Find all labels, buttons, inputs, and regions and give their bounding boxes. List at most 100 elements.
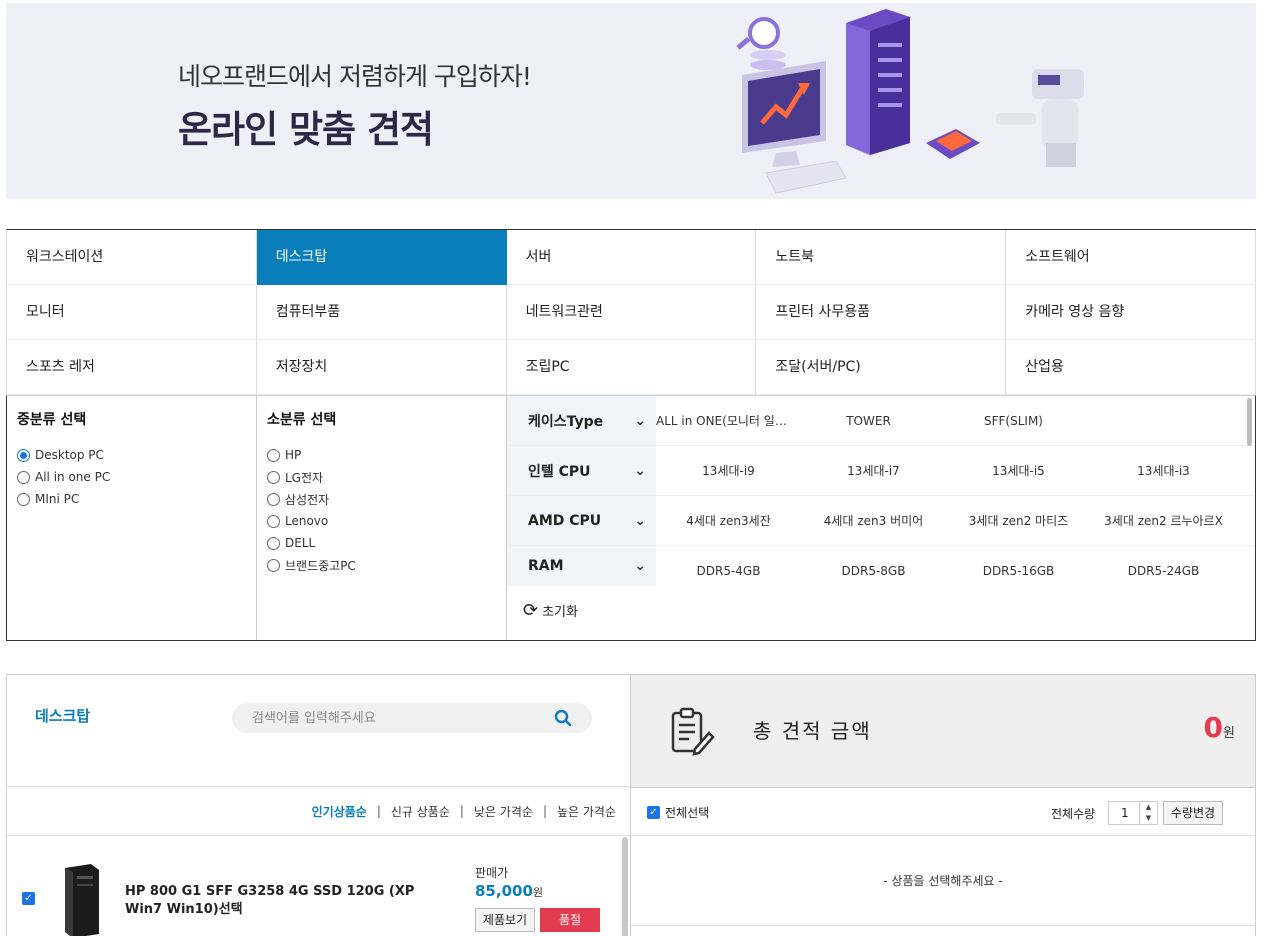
spec-option[interactable]: 13세대-i5 <box>946 462 1091 479</box>
category-notebook[interactable]: 노트북 <box>756 230 1007 285</box>
spec-option[interactable]: DDR5-8GB <box>801 564 946 578</box>
estimate-amount: 0원 <box>1203 711 1235 744</box>
spec-option[interactable]: 13세대-i9 <box>656 462 801 479</box>
estimate-panel: 총 견적 금액 0원 ✓ 전체선택 전체수량 1 ▲ ▼ 수량변경 - 상품을 선택해… <box>630 674 1256 936</box>
product-checkbox[interactable]: ✓ <box>22 892 35 905</box>
category-workstation[interactable]: 워크스테이션 <box>7 230 257 285</box>
spec-option[interactable]: 3세대 zen2 르누아르X <box>1091 512 1236 529</box>
radio-icon[interactable] <box>267 558 280 572</box>
spec-option[interactable]: 4세대 zen3세잔 <box>656 512 801 529</box>
radio-mini-pc[interactable]: MIni PC <box>17 488 246 510</box>
category-printer-office[interactable]: 프린터 사무용품 <box>756 285 1007 340</box>
search-box <box>232 703 592 733</box>
product-name[interactable]: HP 800 G1 SFF G3258 4G SSD 120G (XP Win7… <box>125 883 445 919</box>
category-camera-av[interactable]: 카메라 영상 음향 <box>1006 285 1256 340</box>
refresh-icon: ⟳ <box>523 600 539 621</box>
category-computer-parts[interactable]: 컴퓨터부품 <box>256 285 507 340</box>
checkbox-checked-icon[interactable]: ✓ <box>647 806 660 819</box>
radio-dell[interactable]: DELL <box>267 532 496 554</box>
spec-option[interactable]: ALL in ONE(모니터 일체... <box>656 412 796 429</box>
product-item: ✓ HP 800 G1 SFF G3258 4G SSD 120G (XP Wi… <box>7 836 630 936</box>
sort-bar: 인기상품순 | 신규 상품순 | 낮은 가격순 | 높은 가격순 <box>7 787 630 836</box>
spec-scrollbar[interactable] <box>1247 398 1252 446</box>
spec-option[interactable]: 3세대 zen2 마티즈 <box>946 512 1091 529</box>
radio-hp[interactable]: HP <box>267 444 496 466</box>
sort-price-high[interactable]: 높은 가격순 <box>557 803 616 820</box>
category-row: 모니터 컴퓨터부품 네트워크관련 프린터 사무용품 카메라 영상 음향 <box>7 285 1256 340</box>
category-row: 스포츠 레저 저장장치 조립PC 조달(서버/PC) 산업용 <box>7 340 1256 395</box>
banner-subtitle: 네오프랜드에서 저렴하게 구입하자! <box>178 62 532 91</box>
stepper-arrows-icon[interactable]: ▲ ▼ <box>1139 802 1157 824</box>
category-network[interactable]: 네트워크관련 <box>506 285 757 340</box>
banner-illustration <box>736 9 1084 194</box>
radio-lg[interactable]: LG전자 <box>267 466 496 488</box>
spec-row-intel-cpu: 인텔 CPU ⌄ 13세대-i9 13세대-i7 13세대-i5 13세대-i3 <box>507 446 1255 496</box>
spec-filter: 케이스Type ⌄ ALL in ONE(모니터 일체... TOWER SFF(… <box>507 396 1255 640</box>
spec-label[interactable]: RAM ⌄ <box>507 546 656 586</box>
radio-icon[interactable] <box>267 536 280 550</box>
spec-option[interactable]: DDR5-16GB <box>946 564 1091 578</box>
spec-row-amd-cpu: AMD CPU ⌄ 4세대 zen3세잔 4세대 zen3 버미어 3세대 zen… <box>507 496 1255 546</box>
radio-samsung[interactable]: 삼성전자 <box>267 488 496 510</box>
category-industrial[interactable]: 산업용 <box>1006 340 1256 395</box>
filter-panel: 중분류 선택 Desktop PC All in one PC MIni PC … <box>6 395 1256 641</box>
radio-brand-used-pc[interactable]: 브랜드중고PC <box>267 554 496 576</box>
spec-option[interactable]: 4세대 zen3 버미어 <box>801 512 946 529</box>
view-product-button[interactable]: 제품보기 <box>475 908 535 932</box>
empty-estimate-message: - 상품을 선택해주세요 - <box>631 836 1255 926</box>
category-software[interactable]: 소프트웨어 <box>1006 230 1256 285</box>
category-storage[interactable]: 저장장치 <box>256 340 507 395</box>
product-list-panel: 데스크탑 인기상품순| 신규 상품순| 낮은 가격순| 높은 가격순 ✓ HP … <box>6 674 631 936</box>
chevron-down-icon[interactable]: ⌄ <box>634 463 646 479</box>
reset-button[interactable]: ⟳ 초기화 <box>523 600 578 621</box>
radio-icon[interactable] <box>17 492 30 506</box>
category-desktop[interactable]: 데스크탑 <box>256 230 507 285</box>
spec-row-case: 케이스Type ⌄ ALL in ONE(모니터 일체... TOWER SFF(… <box>507 396 1255 446</box>
spec-option[interactable]: TOWER <box>796 414 941 428</box>
banner-title: 온라인 맞춤 견적 <box>178 108 434 151</box>
category-server[interactable]: 서버 <box>506 230 757 285</box>
radio-checked-icon[interactable] <box>17 448 30 462</box>
radio-all-in-one-pc[interactable]: All in one PC <box>17 466 246 488</box>
quantity-stepper[interactable]: 1 ▲ ▼ <box>1108 801 1158 825</box>
spec-option[interactable]: 13세대-i7 <box>801 462 946 479</box>
radio-icon[interactable] <box>267 448 280 462</box>
sort-price-low[interactable]: 낮은 가격순 <box>474 803 533 820</box>
list-title: 데스크탑 <box>35 707 91 725</box>
quantity-label: 전체수량 <box>1051 807 1096 821</box>
spec-label[interactable]: 케이스Type ⌄ <box>507 396 656 445</box>
category-grid: 워크스테이션 데스크탑 서버 노트북 소프트웨어 모니터 컴퓨터부품 네트워크관… <box>6 229 1256 395</box>
chevron-down-icon[interactable]: ⌄ <box>634 513 646 529</box>
radio-desktop-pc[interactable]: Desktop PC <box>17 444 246 466</box>
category-sports-leisure[interactable]: 스포츠 레저 <box>7 340 257 395</box>
radio-icon[interactable] <box>267 514 280 528</box>
mid-category-filter: 중분류 선택 Desktop PC All in one PC MIni PC <box>7 396 257 640</box>
chevron-down-icon[interactable]: ⌄ <box>634 558 646 574</box>
radio-icon[interactable] <box>17 470 30 484</box>
product-price: 85,000원 <box>475 882 544 900</box>
spec-option[interactable]: DDR5-4GB <box>656 564 801 578</box>
spec-label[interactable]: AMD CPU ⌄ <box>507 496 656 545</box>
sort-newest[interactable]: 신규 상품순 <box>391 803 450 820</box>
sub-category-filter: 소분류 선택 HP LG전자 삼성전자 Lenovo DELL 브랜드중고PC <box>257 396 507 640</box>
spec-option[interactable]: 13세대-i3 <box>1091 462 1236 479</box>
estimate-title: 총 견적 금액 <box>753 719 872 743</box>
list-scrollbar[interactable] <box>622 837 628 936</box>
category-procurement[interactable]: 조달(서버/PC) <box>756 340 1007 395</box>
radio-icon[interactable] <box>267 492 280 506</box>
search-input[interactable] <box>232 703 532 733</box>
sold-out-button[interactable]: 품절 <box>540 908 600 932</box>
select-all-checkbox[interactable]: ✓ 전체선택 <box>647 804 709 821</box>
sort-popular[interactable]: 인기상품순 <box>312 803 367 820</box>
spec-row-ram: RAM ⌄ DDR5-4GB DDR5-8GB DDR5-16GB DDR5-24… <box>507 546 1255 596</box>
change-quantity-button[interactable]: 수량변경 <box>1163 801 1223 825</box>
search-icon[interactable] <box>554 709 572 731</box>
radio-lenovo[interactable]: Lenovo <box>267 510 496 532</box>
category-assembled-pc[interactable]: 조립PC <box>506 340 757 395</box>
spec-label[interactable]: 인텔 CPU ⌄ <box>507 446 656 495</box>
chevron-down-icon[interactable]: ⌄ <box>634 413 646 429</box>
category-monitor[interactable]: 모니터 <box>7 285 257 340</box>
radio-icon[interactable] <box>267 470 280 484</box>
spec-option[interactable]: DDR5-24GB <box>1091 564 1236 578</box>
spec-option[interactable]: SFF(SLIM) <box>941 414 1086 428</box>
